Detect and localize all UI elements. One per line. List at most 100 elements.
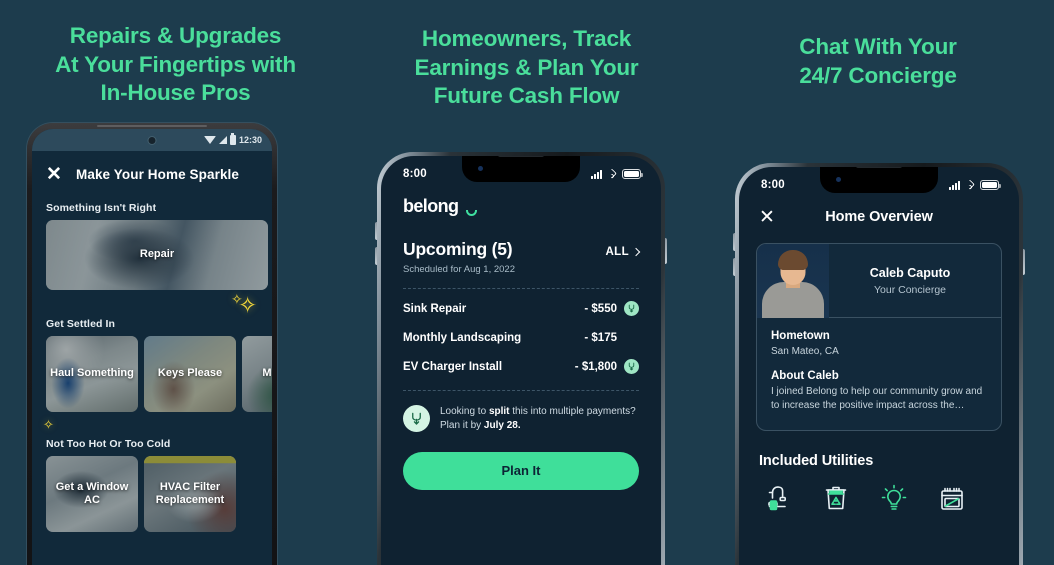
payment-amount: - $175	[584, 331, 617, 344]
front-camera-icon	[147, 135, 157, 145]
concierge-meta: Caleb Caputo Your Concierge	[829, 266, 1001, 296]
android-app-header: ✕ Make Your Home Sparkle	[32, 151, 272, 190]
split-payment-note: Looking to split this into multiple paym…	[403, 391, 639, 433]
payments-body: Upcoming (5) ALL Scheduled for Aug 1, 20…	[381, 217, 661, 490]
status-bar-time: 12:30	[238, 135, 262, 145]
included-utilities-title: Included Utilities	[759, 452, 874, 469]
volume-down-button[interactable]	[733, 258, 735, 276]
volume-down-button[interactable]	[375, 247, 377, 265]
service-card-window-ac[interactable]: Get a Window AC	[46, 456, 138, 532]
sparkle-icon: ✧	[238, 292, 258, 318]
headline-line: Repairs & Upgrades	[69, 23, 282, 48]
payment-amount: - $1,800	[574, 360, 617, 373]
service-card-caption: HVAC Filter Replacement	[155, 480, 225, 506]
headline-line: Homeowners, Track	[421, 26, 632, 51]
concierge-details: Hometown San Mateo, CA About Caleb I joi…	[757, 318, 1001, 430]
headline-line: At Your Fingertips with	[55, 51, 296, 77]
service-card-caption: Keys Please	[157, 367, 223, 380]
payment-amount: - $550	[584, 302, 617, 315]
headline-homeowners: Homeowners, Track Earnings & Plan Your F…	[351, 25, 702, 111]
headline-line: Earnings & Plan Your	[414, 54, 639, 80]
split-note-line1-post: this into multiple	[509, 406, 584, 417]
headline-repairs: Repairs & Upgrades At Your Fingertips wi…	[0, 22, 351, 108]
upcoming-header: Upcoming (5) ALL	[403, 239, 641, 260]
ios-phone-mockup-overview: 8:00 ✕ Home Overview Caleb Caputo Your C…	[733, 163, 1025, 565]
home-overview-screen: 8:00 ✕ Home Overview Caleb Caputo Your C…	[739, 167, 1019, 565]
payment-row[interactable]: Monthly Landscaping - $175	[403, 318, 639, 347]
headline-line: 24/7 Concierge	[799, 62, 957, 88]
overview-header: ✕ Home Overview	[739, 197, 1019, 231]
signal-icon	[218, 136, 227, 144]
wifi-icon	[203, 136, 216, 144]
close-icon[interactable]: ✕	[46, 165, 64, 184]
card-row-get-settled-in: Haul Something Keys Please M	[32, 336, 272, 412]
payment-name: Monthly Landscaping	[403, 331, 522, 344]
upcoming-title: Upcoming (5)	[403, 239, 513, 259]
ios-status-bar: 8:00	[739, 167, 1019, 197]
split-note-bold-date: July 28.	[483, 419, 521, 431]
plan-it-button[interactable]: Plan It	[403, 451, 639, 490]
service-card-haul-something[interactable]: Haul Something	[46, 336, 138, 412]
headline-line: Chat With Your	[799, 34, 957, 59]
android-screen: 12:30 ✕ Make Your Home Sparkle Something…	[32, 129, 272, 565]
split-payment-icon[interactable]	[624, 301, 639, 316]
ios-phone-mockup-payments: 8:00 belong Upcoming (5) ALL Scheduled f…	[375, 152, 667, 565]
belong-smile-icon	[466, 210, 478, 216]
battery-icon	[229, 133, 236, 145]
field-label-hometown: Hometown	[771, 330, 830, 342]
split-note-bold-split: split	[488, 406, 510, 417]
payment-row[interactable]: EV Charger Install - $1,800	[403, 347, 639, 376]
headline-line: Future Cash Flow	[433, 83, 620, 109]
service-card-caption: Get a Window AC	[55, 480, 129, 506]
included-utilities-icons	[739, 469, 1019, 515]
ios-status-bar: 8:00	[381, 156, 661, 186]
concierge-header: Caleb Caputo Your Concierge	[757, 243, 1001, 318]
card-row-something-isnt-right: Repair	[32, 220, 272, 290]
service-card-repair[interactable]: Repair	[46, 220, 268, 290]
payment-name: Sink Repair	[403, 302, 467, 315]
status-bar-time: 8:00	[761, 179, 785, 191]
service-card-caption: Repair	[139, 248, 175, 261]
page-title: Home Overview	[825, 209, 933, 225]
volume-up-button[interactable]	[375, 222, 377, 240]
split-payment-icon[interactable]	[624, 359, 639, 374]
service-card-partial[interactable]: M	[242, 336, 272, 412]
service-card-caption: Haul Something	[50, 367, 134, 380]
service-card-caption: M	[262, 367, 272, 380]
headline-line: In-House Pros	[100, 80, 251, 106]
avatar-hair	[778, 249, 808, 270]
payment-name: EV Charger Install	[403, 360, 503, 373]
ios-system-icons	[591, 168, 643, 179]
split-payments-icon	[403, 405, 430, 433]
wifi-icon	[606, 168, 618, 179]
status-bar-time: 8:00	[403, 168, 427, 180]
trash-recycle-icon	[819, 481, 853, 515]
volume-up-button[interactable]	[733, 233, 735, 251]
concierge-role: Your Concierge	[874, 283, 946, 296]
lightbulb-icon	[877, 481, 911, 515]
panel-repairs: Repairs & Upgrades At Your Fingertips wi…	[0, 0, 351, 565]
payments-screen: 8:00 belong Upcoming (5) ALL Scheduled f…	[381, 156, 661, 565]
water-faucet-icon	[761, 481, 795, 515]
concierge-name: Caleb Caputo	[869, 265, 951, 280]
page-title: Make Your Home Sparkle	[76, 167, 240, 182]
close-icon[interactable]: ✕	[759, 208, 775, 227]
payment-right: - $175	[584, 330, 639, 345]
payment-row[interactable]: Sink Repair - $550	[403, 289, 639, 318]
avatar	[757, 243, 829, 318]
android-status-bar: 12:30	[32, 129, 272, 151]
service-card-hvac-filter[interactable]: HVAC Filter Replacement	[144, 456, 236, 532]
headline-concierge: Chat With Your 24/7 Concierge	[702, 33, 1054, 90]
wifi-icon	[964, 179, 976, 190]
card-row-not-too-hot: Get a Window AC HVAC Filter Replacement	[32, 456, 272, 532]
view-all-button[interactable]: ALL	[605, 246, 641, 258]
power-button[interactable]	[1023, 249, 1025, 275]
power-button[interactable]	[665, 238, 667, 264]
concierge-card[interactable]: Caleb Caputo Your Concierge Hometown San…	[756, 243, 1002, 431]
payment-right: - $1,800	[575, 359, 639, 374]
section-label-not-too-hot: Not Too Hot Or Too Cold	[46, 438, 171, 450]
service-card-keys-please[interactable]: Keys Please	[144, 336, 236, 412]
belong-logo: belong	[381, 186, 480, 217]
payment-right: - $550	[584, 301, 639, 316]
